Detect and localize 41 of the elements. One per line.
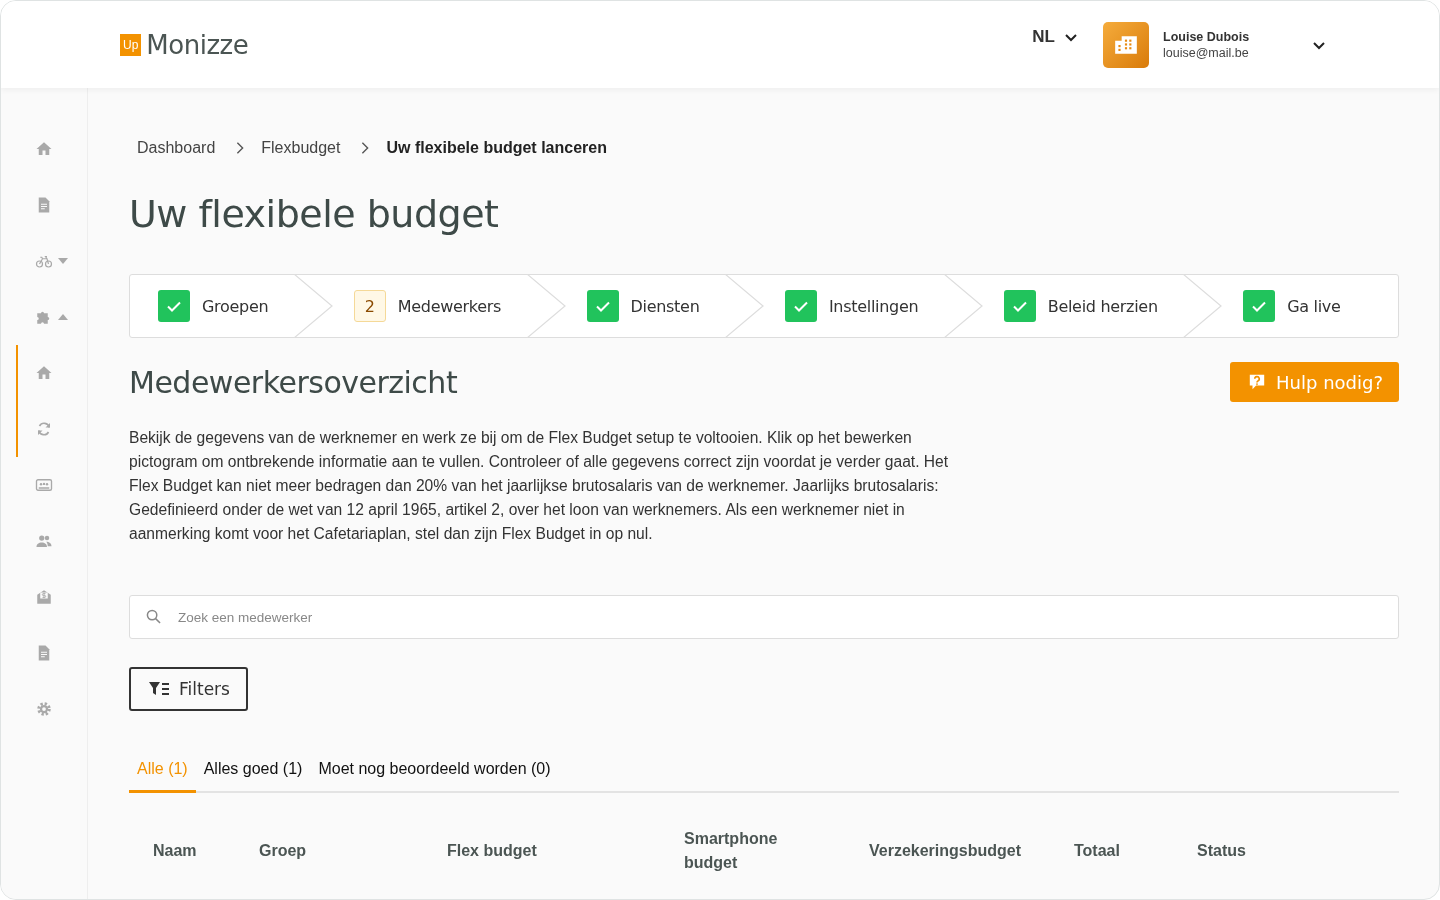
money-envelope-icon[interactable] — [35, 588, 53, 606]
caret-up-icon[interactable] — [58, 314, 68, 320]
filter-icon — [149, 681, 169, 697]
logo-badge: Up — [120, 33, 142, 56]
search-icon — [146, 609, 161, 624]
home-icon[interactable] — [35, 140, 53, 158]
step-label: Diensten — [630, 296, 700, 316]
logo-text: Monizze — [146, 29, 249, 60]
filter-tab[interactable]: Moet nog beoordeeld worden (0) — [310, 747, 559, 793]
page-title: Uw flexibele budget — [129, 192, 500, 236]
step-label: Beleid herzien — [1047, 296, 1158, 316]
filters-button[interactable]: Filters — [129, 667, 248, 711]
user-name: Louise Dubois — [1163, 29, 1251, 44]
step-number: 2 — [353, 290, 386, 322]
column-header: Flex budget — [447, 841, 538, 861]
step-label: Groepen — [202, 296, 269, 316]
current-page: Uw flexibele budget lanceren — [386, 139, 607, 157]
breadcrumb-link[interactable]: Flexbudget — [261, 139, 341, 157]
refresh-icon[interactable] — [35, 420, 53, 438]
breadcrumb-link[interactable]: Dashboard — [137, 139, 216, 157]
column-header: Verzekeringsbudget — [869, 841, 1023, 861]
filter-tab[interactable]: Alles goed (1) — [195, 747, 311, 793]
search-field[interactable]: Zoek een medewerker — [129, 595, 1399, 639]
step-label: Instellingen — [828, 296, 919, 316]
gear-icon[interactable] — [35, 700, 53, 718]
step-label: Medewerkers — [397, 296, 502, 316]
column-header: Smartphone budget — [684, 829, 779, 873]
description-text: Bekijk de gegevens van de werknemer en werk ze bij om de Flex Budget setup te voltooien. Klik op het bewerken pictogram om ontbrekende informatie aan te vullen. Controleer of alle gegevens correct zijn voordat je verder gaat. Het Flex Budget kan niet meer bedragen dan 20% van het jaarlijkse brutosalaris van de werknemer. Jaarlijks brutosalaris: Gedefinieerd onder de wet van 12 april 1965, artikel 2, over het loon van werknemers. Als een werknemer niet in aanmerking komt voor het Cafetariaplan, stel dan zijn Flex Budget in op nul. — [129, 428, 950, 544]
id-card-icon[interactable] — [35, 476, 53, 494]
step-label: Ga live — [1287, 296, 1341, 316]
column-header: Status — [1197, 841, 1247, 861]
user-email: louise@mail.be — [1163, 45, 1250, 60]
people-icon[interactable] — [35, 532, 53, 550]
home-icon[interactable] — [35, 364, 53, 382]
column-header: Groep — [259, 841, 308, 861]
column-header: Totaal — [1074, 841, 1121, 861]
column-header: Naam — [153, 841, 198, 861]
section-title: Medewerkersoverzicht — [129, 364, 458, 400]
question-bubble-icon — [1248, 373, 1267, 391]
caret-down-icon[interactable] — [58, 258, 68, 264]
language-selector[interactable]: NL — [1032, 26, 1079, 47]
